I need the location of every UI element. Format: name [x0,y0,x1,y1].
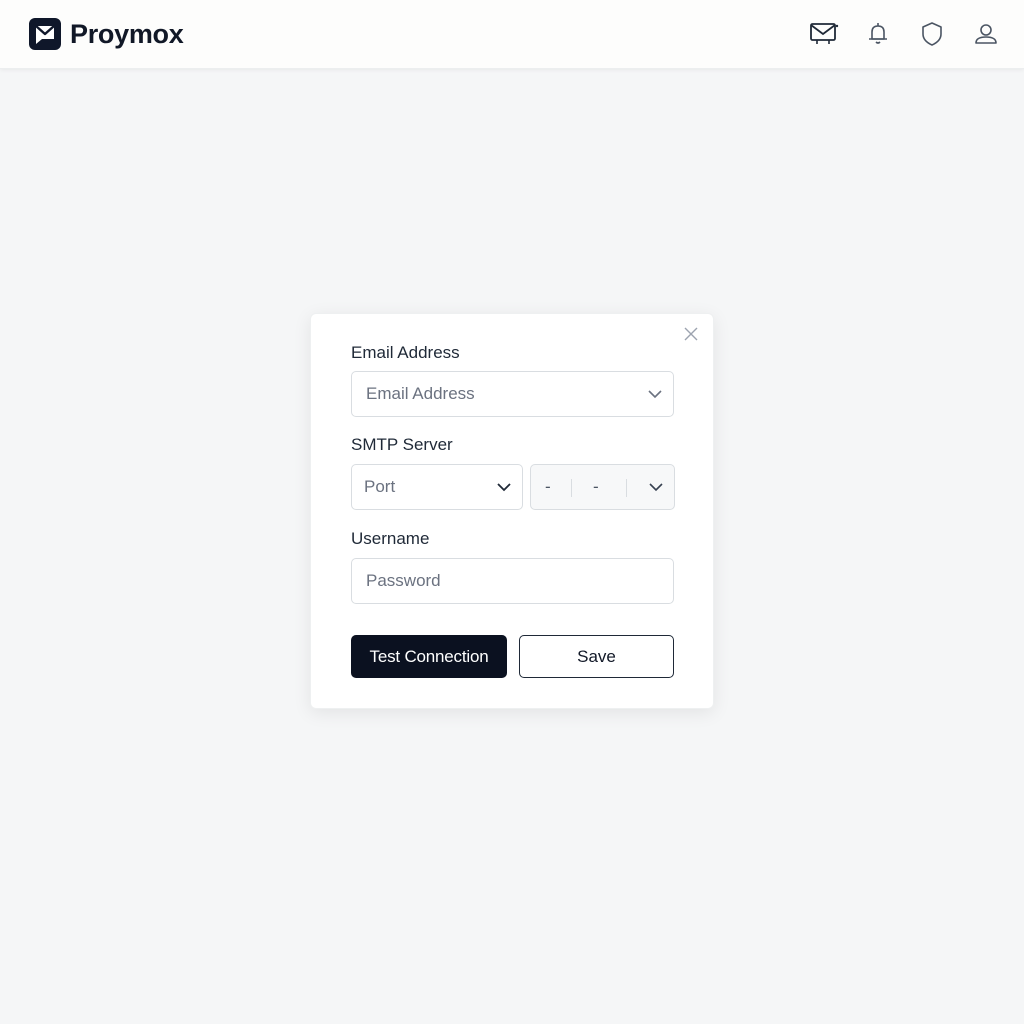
password-input[interactable] [364,570,673,592]
port-placeholder: Port [364,477,396,496]
save-button[interactable]: Save [519,635,674,678]
email-settings-dialog: Email Address SMTP Server Port - - Usern… [310,313,714,709]
app-name: Proymox [70,18,184,49]
smtp-server-label: SMTP Server [351,435,453,454]
chevron-down-icon [496,479,512,495]
mail-icon[interactable] [808,18,840,50]
shield-icon[interactable] [916,18,948,50]
chevron-down-icon [648,479,664,495]
segment-2: - [593,477,599,496]
username-label: Username [351,529,430,548]
email-label: Email Address [351,343,460,362]
smtp-segment-select[interactable]: - - [530,464,675,510]
password-field[interactable] [351,558,674,604]
email-input[interactable] [364,383,673,405]
segment-divider [626,479,627,497]
bell-icon[interactable] [862,18,894,50]
brand[interactable]: Proymox [28,16,184,52]
email-select[interactable] [351,371,674,417]
mail-logo-icon [28,17,62,51]
chevron-down-icon [647,386,663,402]
test-connection-button[interactable]: Test Connection [351,635,507,678]
top-header: Proymox [0,0,1024,69]
segment-divider [571,479,572,497]
port-select[interactable]: Port [351,464,523,510]
segment-1: - [545,477,551,496]
user-icon[interactable] [970,18,1002,50]
close-icon[interactable] [681,324,701,344]
header-actions [786,18,1002,50]
